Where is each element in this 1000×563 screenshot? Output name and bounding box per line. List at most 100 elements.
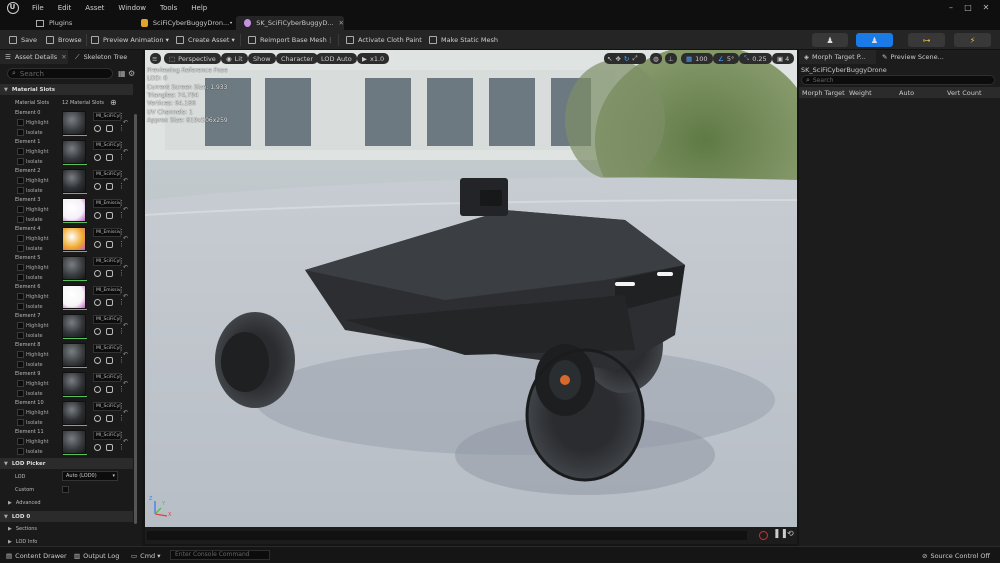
lod0-section[interactable]: ▼ LOD 0 <box>0 511 133 522</box>
custom-checkbox[interactable] <box>62 486 69 493</box>
preview-animation-button[interactable]: Preview Animation ▾ <box>91 34 169 46</box>
reset-icon[interactable]: ↶ <box>123 206 128 213</box>
make-static-mesh-button[interactable]: Make Static Mesh <box>429 34 498 46</box>
menu-tools[interactable]: Tools <box>153 4 184 12</box>
reimport-base-mesh-button[interactable]: Reimport Base Mesh <box>248 34 327 46</box>
browse-asset-icon[interactable] <box>106 241 113 248</box>
viewport-menu-button[interactable]: ≡ <box>150 53 161 64</box>
material-picker[interactable]: MI_SciFiCyb <box>93 373 121 382</box>
tab-morph-target[interactable]: ◈ Morph Target P... <box>799 50 876 64</box>
reset-icon[interactable]: ↶ <box>123 148 128 155</box>
create-asset-button[interactable]: Create Asset ▾ <box>176 34 235 46</box>
material-picker[interactable]: MI_SciFiCyb <box>93 402 121 411</box>
add-slot-icon[interactable]: ⊕ <box>110 98 117 107</box>
perspective-button[interactable]: ⬚ Perspective <box>164 53 221 64</box>
angle-snap-button[interactable]: ∠ 5° <box>713 53 740 64</box>
material-thumbnail[interactable] <box>62 430 87 455</box>
settings-gear-icon[interactable]: ⚙ <box>128 69 135 78</box>
use-selected-icon[interactable] <box>94 299 101 306</box>
reset-icon[interactable]: ↶ <box>123 235 128 242</box>
col-weight[interactable]: Weight <box>849 89 872 97</box>
material-thumbnail[interactable] <box>62 140 87 165</box>
reset-icon[interactable]: ↶ <box>123 293 128 300</box>
isolate-checkbox[interactable] <box>17 332 24 339</box>
tab-close-icon[interactable]: ✕ <box>339 19 344 27</box>
cmd-dropdown[interactable]: ▭ Cmd ▾ <box>131 550 160 561</box>
highlight-checkbox[interactable] <box>17 351 24 358</box>
skeleton-mode-button[interactable]: ♟ <box>812 33 848 47</box>
lod-picker-section[interactable]: ▼ LOD Picker <box>0 458 133 469</box>
mesh-mode-button[interactable]: ♟ <box>856 33 893 47</box>
material-thumbnail[interactable] <box>62 372 87 397</box>
camera-speed-button[interactable]: ▣ 4 <box>772 53 795 64</box>
material-thumbnail[interactable] <box>62 169 87 194</box>
search-input[interactable]: ⌕ Search <box>7 68 113 79</box>
browse-asset-icon[interactable] <box>106 357 113 364</box>
world-local-toggle[interactable]: ◍ <box>650 53 662 64</box>
browse-button[interactable]: Browse <box>46 34 82 46</box>
isolate-checkbox[interactable] <box>17 129 24 136</box>
output-log-button[interactable]: ▥ Output Log <box>74 550 119 561</box>
show-button[interactable]: Show <box>248 53 276 64</box>
isolate-checkbox[interactable] <box>17 303 24 310</box>
lod-info-row[interactable]: ▶ LOD Info <box>8 539 37 545</box>
highlight-checkbox[interactable] <box>17 293 24 300</box>
record-icon[interactable] <box>759 531 768 540</box>
isolate-checkbox[interactable] <box>17 245 24 252</box>
close-icon[interactable]: ✕ <box>980 2 992 13</box>
pause-icon[interactable]: ❚❚ <box>773 529 788 539</box>
material-thumbnail[interactable] <box>62 401 87 426</box>
details-scrollbar[interactable] <box>134 114 137 524</box>
browse-asset-icon[interactable] <box>106 386 113 393</box>
col-morph-target[interactable]: Morph Target <box>802 89 845 97</box>
material-slots-section[interactable]: ▼ Material Slots <box>0 84 133 95</box>
console-command-input[interactable]: Enter Console Command <box>170 550 270 560</box>
scale-snap-button[interactable]: ⤡ 0.25 <box>739 53 772 64</box>
isolate-checkbox[interactable] <box>17 158 24 165</box>
col-auto[interactable]: Auto <box>899 89 914 97</box>
lod-dropdown[interactable]: Auto (LOD0) ▾ <box>62 471 118 481</box>
minimize-icon[interactable]: – <box>945 2 957 13</box>
reset-icon[interactable]: ↶ <box>123 177 128 184</box>
material-picker[interactable]: MI_SciFiCyb <box>93 141 121 150</box>
menu-window[interactable]: Window <box>111 4 153 12</box>
menu-asset[interactable]: Asset <box>78 4 111 12</box>
lit-button[interactable]: ◉ Lit <box>221 53 248 64</box>
highlight-checkbox[interactable] <box>17 177 24 184</box>
playback-speed-button[interactable]: ▶ x1.0 <box>357 53 390 64</box>
use-selected-icon[interactable] <box>94 444 101 451</box>
grid-snap-button[interactable]: ▦ 100 <box>681 53 713 64</box>
save-button[interactable]: Save <box>9 34 37 46</box>
menu-edit[interactable]: Edit <box>51 4 79 12</box>
activate-cloth-paint-button[interactable]: Activate Cloth Paint <box>346 34 422 46</box>
tab-close-icon[interactable]: ✕ <box>61 53 66 61</box>
highlight-checkbox[interactable] <box>17 119 24 126</box>
tab-asset-details[interactable]: ☰ Asset Details ✕ <box>0 50 68 64</box>
highlight-checkbox[interactable] <box>17 206 24 213</box>
material-picker[interactable]: MI_Emissive <box>93 286 121 295</box>
highlight-checkbox[interactable] <box>17 322 24 329</box>
isolate-checkbox[interactable] <box>17 361 24 368</box>
isolate-checkbox[interactable] <box>17 390 24 397</box>
tab-skeleton-tree[interactable]: ⟋ Skeleton Tree <box>70 50 142 64</box>
highlight-checkbox[interactable] <box>17 438 24 445</box>
content-drawer-button[interactable]: ▤ Content Drawer <box>6 550 67 561</box>
sections-row[interactable]: ▶ Sections <box>8 526 37 532</box>
timeline-track[interactable] <box>147 531 747 540</box>
material-picker[interactable]: MI_SciFiCyb <box>93 170 121 179</box>
reset-icon[interactable]: ↶ <box>123 119 128 126</box>
isolate-checkbox[interactable] <box>17 216 24 223</box>
material-picker[interactable]: MI_SciFiCyb <box>93 431 121 440</box>
browse-asset-icon[interactable] <box>106 212 113 219</box>
material-thumbnail[interactable] <box>62 111 87 136</box>
browse-asset-icon[interactable] <box>106 328 113 335</box>
more-options-icon[interactable]: ⋮ <box>327 34 334 46</box>
source-control-button[interactable]: ⊘ Source Control Off <box>922 550 990 561</box>
col-vert-count[interactable]: Vert Count <box>947 89 982 97</box>
highlight-checkbox[interactable] <box>17 148 24 155</box>
highlight-checkbox[interactable] <box>17 264 24 271</box>
use-selected-icon[interactable] <box>94 183 101 190</box>
tab-plugins[interactable]: Plugins <box>28 16 128 30</box>
menu-help[interactable]: Help <box>184 4 214 12</box>
highlight-checkbox[interactable] <box>17 380 24 387</box>
